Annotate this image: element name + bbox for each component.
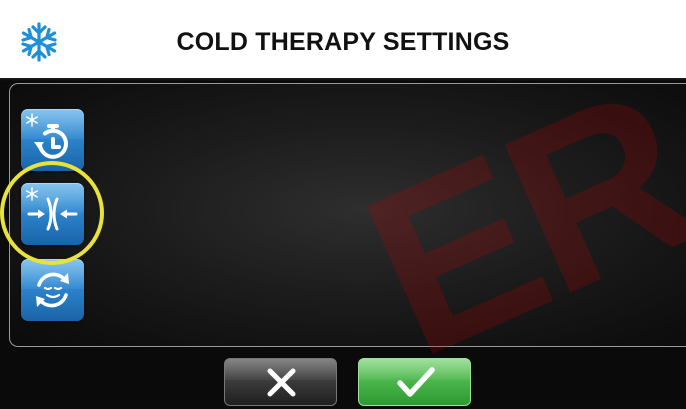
selection-highlight-ring [0, 161, 104, 265]
page-title: COLD THERAPY SETTINGS [176, 28, 510, 56]
title-bar: COLD THERAPY SETTINGS [0, 0, 686, 78]
close-icon [267, 368, 296, 397]
settings-screen: ER [0, 78, 686, 409]
cancel-button[interactable] [224, 358, 337, 406]
confirm-button[interactable] [358, 358, 471, 406]
checkmark-icon [397, 367, 435, 397]
cold-relax-cycle-icon [36, 272, 69, 308]
cold-relax-cycle-button[interactable] [21, 259, 84, 321]
